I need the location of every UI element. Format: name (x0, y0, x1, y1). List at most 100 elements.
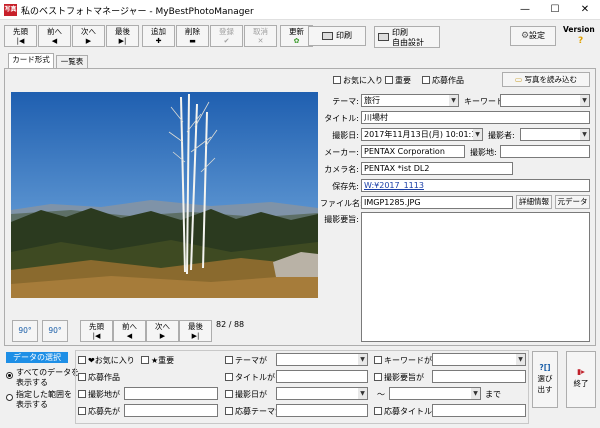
summary-label: 撮影要旨: (324, 215, 359, 224)
range-tilde: 〜 (377, 390, 385, 399)
last-record-button[interactable]: 最後 ▶| (106, 25, 139, 47)
title-bar: 写真 私のベストフォトマネージャー - MyBestPhotoManager —… (0, 0, 600, 20)
filter-date-to[interactable]: ▼ (389, 387, 481, 400)
tab-card[interactable]: カード形式 (8, 53, 54, 69)
filename-field[interactable]: IMGP1285.JPG (361, 196, 513, 209)
contest-checkbox[interactable] (422, 76, 430, 84)
camera-field[interactable]: PENTAX *ist DL2 (361, 162, 513, 175)
cancel-edit-button[interactable]: 取消 ✕ (244, 25, 277, 47)
filter-keyword-checkbox[interactable] (374, 356, 382, 364)
next-record-button[interactable]: 次へ ▶ (72, 25, 105, 47)
location-field[interactable] (500, 145, 590, 158)
detail-info-button[interactable]: 詳細情報 (516, 195, 552, 209)
filter-theme-checkbox[interactable] (225, 356, 233, 364)
filter-important-label: ★重要 (151, 356, 175, 365)
load-photo-button[interactable]: ▭ 写真を読み込む (502, 72, 590, 87)
filter-summary-label: 撮影要旨が (384, 373, 424, 382)
filter-location-checkbox[interactable] (78, 390, 86, 398)
filter-date-from[interactable]: ▼ (276, 387, 368, 400)
filter-contest-title-checkbox[interactable] (374, 407, 382, 415)
contest-label: 応募作品 (432, 76, 464, 85)
tab-list[interactable]: 一覧表 (56, 55, 88, 68)
rotate-right-button[interactable]: 90° (42, 320, 68, 342)
filter-important-checkbox[interactable] (141, 356, 149, 364)
filter-shoot-date-checkbox[interactable] (225, 390, 233, 398)
filter-contest-label: 応募作品 (88, 373, 120, 382)
chevron-down-icon: ▼ (473, 129, 482, 140)
filter-location-field[interactable] (124, 387, 218, 400)
range-radio[interactable] (6, 394, 13, 401)
filter-favorite-checkbox[interactable] (78, 356, 86, 364)
help-icon[interactable]: ? (578, 36, 583, 46)
photographer-select[interactable]: ▼ (520, 128, 590, 141)
filter-contest-theme-field[interactable] (276, 404, 368, 417)
plus-icon: ✚ (155, 37, 162, 45)
filter-contest-dest-checkbox[interactable] (78, 407, 86, 415)
rotate-left-icon: 90° (18, 326, 32, 335)
filter-contest-theme-checkbox[interactable] (225, 407, 233, 415)
summary-textarea[interactable] (361, 212, 590, 342)
filter-contest-checkbox[interactable] (78, 373, 86, 381)
rotate-right-icon: 90° (48, 326, 62, 335)
filter-title-field[interactable] (276, 370, 368, 383)
range-until: まで (485, 390, 501, 399)
important-checkbox[interactable] (385, 76, 393, 84)
filter-contest-dest-label: 応募先が (88, 407, 120, 416)
rotate-left-button[interactable]: 90° (12, 320, 38, 342)
delete-record-button[interactable]: 削除 ▬ (176, 25, 209, 47)
first-record-button[interactable]: 先頭 |◀ (4, 25, 37, 47)
all-data-radio[interactable] (6, 372, 13, 379)
filter-location-label: 撮影地が (88, 390, 120, 399)
title-field[interactable]: 川場村 (361, 111, 590, 124)
filter-theme-select[interactable]: ▼ (276, 353, 368, 366)
original-data-button[interactable]: 元データ (555, 195, 590, 209)
photo-view (11, 92, 318, 298)
filter-title-label: タイトルが (235, 373, 275, 382)
favorite-label: お気に入り (343, 76, 383, 85)
favorite-checkbox[interactable] (333, 76, 341, 84)
settings-button[interactable]: ⚙設定 (510, 26, 556, 46)
add-record-button[interactable]: 追加 ✚ (142, 25, 175, 47)
close-button[interactable]: ✕ (570, 0, 600, 20)
all-data-label: すべてのデータを 表示する (16, 368, 80, 387)
minus-icon: ▬ (189, 37, 196, 45)
filter-title-checkbox[interactable] (225, 373, 233, 381)
photo-first-button[interactable]: 先頭 |◀ (80, 320, 113, 342)
shoot-date-field[interactable]: 2017年11月13日(月) 10:01:19 ▼ (361, 128, 483, 141)
photo-last-button[interactable]: 最後 ▶| (179, 320, 212, 342)
extract-button[interactable]: ?[] 選び 出す (532, 351, 558, 408)
important-label: 重要 (395, 76, 411, 85)
print-button[interactable]: 印刷 (308, 26, 366, 46)
maximize-button[interactable]: ☐ (540, 0, 570, 20)
keyword-select[interactable]: ▼ (500, 94, 590, 107)
record-counter: 82 / 88 (216, 320, 245, 329)
photo-next-button[interactable]: 次へ ▶ (146, 320, 179, 342)
filter-contest-title-field[interactable] (432, 404, 526, 417)
exit-button[interactable]: ▮▸ 終了 (566, 351, 596, 408)
filter-summary-checkbox[interactable] (374, 373, 382, 381)
save-path-link[interactable]: W:¥2017_1113 (361, 179, 590, 192)
title-label: タイトル: (324, 114, 359, 123)
window-title: 私のベストフォトマネージャー - MyBestPhotoManager (21, 7, 254, 17)
minimize-button[interactable]: — (510, 0, 540, 20)
chevron-down-icon: ▼ (358, 354, 367, 365)
extract-icon: ?[] (539, 363, 551, 372)
theme-select[interactable]: 旅行 ▼ (361, 94, 459, 107)
register-button[interactable]: 登録 ✔ (210, 25, 243, 47)
first-icon: |◀ (92, 332, 101, 340)
chevron-down-icon: ▼ (358, 388, 367, 399)
location-label: 撮影地: (470, 148, 497, 157)
shoot-date-label: 撮影日: (332, 131, 359, 140)
filter-summary-field[interactable] (432, 370, 526, 383)
chevron-down-icon: ▼ (580, 129, 589, 140)
printer-icon (322, 31, 333, 40)
printer-icon (378, 33, 389, 41)
app-icon: 写真 (4, 4, 17, 16)
filename-label: ファイル名: (320, 199, 363, 208)
filter-contest-dest-field[interactable] (124, 404, 218, 417)
print-free-design-button[interactable]: 印刷 自由設計 (374, 26, 440, 48)
maker-field[interactable]: PENTAX Corporation (361, 145, 465, 158)
photo-prev-button[interactable]: 前へ ◀ (113, 320, 146, 342)
prev-record-button[interactable]: 前へ ◀ (38, 25, 71, 47)
filter-keyword-select[interactable]: ▼ (432, 353, 526, 366)
